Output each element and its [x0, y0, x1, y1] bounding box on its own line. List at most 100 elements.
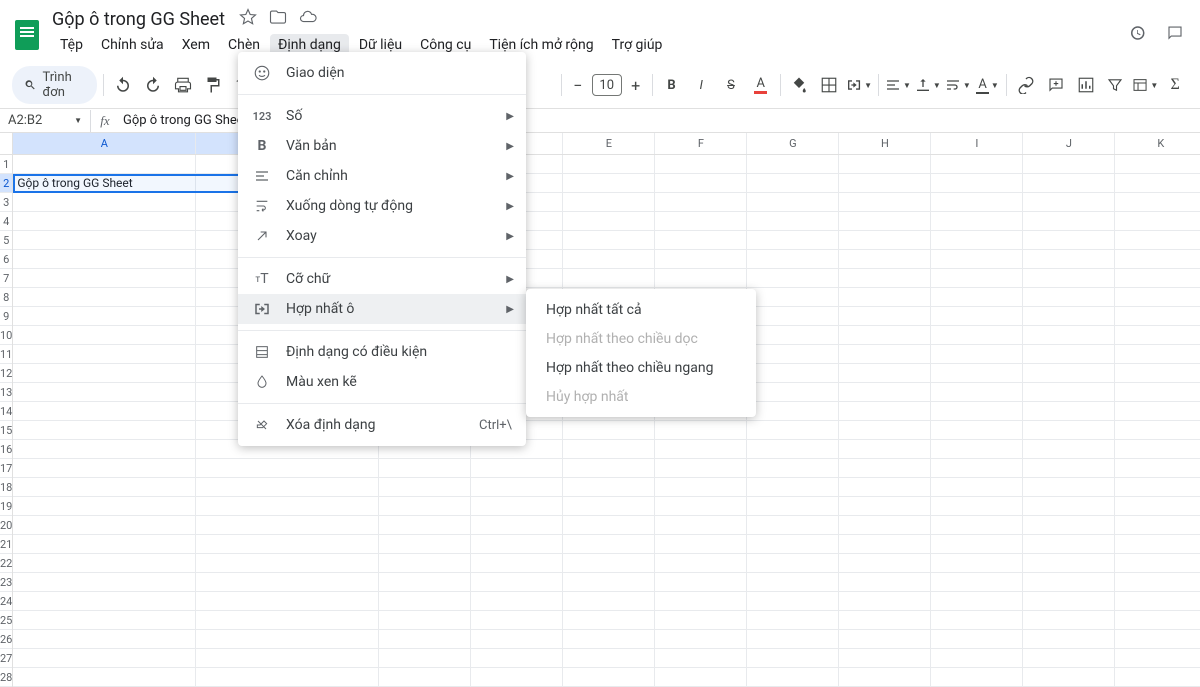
- row-header-21[interactable]: 21: [0, 535, 12, 554]
- row-header-5[interactable]: 5: [0, 231, 12, 250]
- row-header-26[interactable]: 26: [0, 630, 12, 649]
- print-button[interactable]: [170, 72, 196, 98]
- move-icon[interactable]: [269, 8, 287, 30]
- menu-search[interactable]: Trình đơn: [12, 66, 97, 104]
- strike-button[interactable]: S: [718, 72, 744, 98]
- fill-color-button[interactable]: [787, 72, 813, 98]
- clear-icon: [252, 415, 272, 435]
- insert-chart-button[interactable]: [1073, 72, 1099, 98]
- filter-views-button[interactable]: ▼: [1132, 72, 1158, 98]
- menu-view[interactable]: Xem: [174, 34, 218, 56]
- fx-icon: fx: [91, 113, 119, 129]
- row-header-18[interactable]: 18: [0, 478, 12, 497]
- row-header-22[interactable]: 22: [0, 554, 12, 573]
- row-header-12[interactable]: 12: [0, 364, 12, 383]
- italic-button[interactable]: I: [688, 72, 714, 98]
- col-header-G[interactable]: G: [747, 133, 839, 154]
- row-header-2[interactable]: 2: [0, 174, 12, 193]
- valign-button[interactable]: ▼: [915, 72, 941, 98]
- format-text[interactable]: B Văn bản▶: [238, 131, 526, 161]
- cloud-icon[interactable]: [299, 8, 317, 30]
- text-color-button[interactable]: A: [748, 72, 774, 98]
- row-header-19[interactable]: 19: [0, 497, 12, 516]
- insert-comment-button[interactable]: [1043, 72, 1069, 98]
- search-icon: [24, 77, 37, 93]
- format-align[interactable]: Căn chỉnh▶: [238, 161, 526, 191]
- format-merge[interactable]: Hợp nhất ô▶: [238, 294, 526, 324]
- merge-horizontal[interactable]: Hợp nhất theo chiều ngang: [526, 353, 756, 382]
- row-header-9[interactable]: 9: [0, 307, 12, 326]
- row-header-15[interactable]: 15: [0, 421, 12, 440]
- row-header-4[interactable]: 4: [0, 212, 12, 231]
- col-header-E[interactable]: E: [563, 133, 655, 154]
- col-header-H[interactable]: H: [839, 133, 931, 154]
- row-header-23[interactable]: 23: [0, 573, 12, 592]
- cells-area[interactable]: Gộp ô trong GG Sheet: [13, 155, 1200, 687]
- format-theme-label: Giao diện: [286, 65, 344, 81]
- row-header-20[interactable]: 20: [0, 516, 12, 535]
- row-header-17[interactable]: 17: [0, 459, 12, 478]
- row-header-13[interactable]: 13: [0, 383, 12, 402]
- format-altcolors[interactable]: Màu xen kẽ: [238, 367, 526, 397]
- column-headers: ABCDEFGHIJK: [13, 133, 1200, 155]
- name-box[interactable]: A2:B2 ▼: [0, 109, 90, 132]
- row-header-10[interactable]: 10: [0, 326, 12, 345]
- col-header-I[interactable]: I: [931, 133, 1023, 154]
- row-header-3[interactable]: 3: [0, 193, 12, 212]
- menu-help[interactable]: Trợ giúp: [604, 34, 671, 56]
- bold-button[interactable]: B: [659, 72, 685, 98]
- format-menu-dropdown: Giao diện 123 Số▶ B Văn bản▶ Căn chỉnh▶ …: [238, 52, 526, 446]
- format-number[interactable]: 123 Số▶: [238, 101, 526, 131]
- font-size-input[interactable]: 10: [592, 74, 622, 96]
- row-header-7[interactable]: 7: [0, 269, 12, 288]
- menu-bar: Tệp Chỉnh sửa Xem Chèn Định dạng Dữ liệu…: [52, 32, 1118, 62]
- row-header-14[interactable]: 14: [0, 402, 12, 421]
- menu-file[interactable]: Tệp: [52, 34, 91, 56]
- col-header-J[interactable]: J: [1023, 133, 1115, 154]
- formula-bar: A2:B2 ▼ fx Gộp ô trong GG Sheet: [0, 109, 1200, 133]
- row-header-8[interactable]: 8: [0, 288, 12, 307]
- number-icon: 123: [252, 106, 272, 126]
- format-rotate[interactable]: Xoay▶: [238, 221, 526, 251]
- select-all-corner[interactable]: [0, 133, 12, 155]
- doc-title[interactable]: Gộp ô trong GG Sheet: [52, 9, 225, 30]
- functions-button[interactable]: Σ: [1162, 72, 1188, 98]
- sheets-logo[interactable]: [12, 15, 42, 55]
- row-header-25[interactable]: 25: [0, 611, 12, 630]
- wrap-button[interactable]: ▼: [945, 72, 971, 98]
- col-header-A[interactable]: A: [13, 133, 196, 154]
- menu-edit[interactable]: Chỉnh sửa: [93, 34, 172, 56]
- filter-button[interactable]: [1103, 72, 1129, 98]
- format-conditional[interactable]: Định dạng có điều kiện: [238, 337, 526, 367]
- rotate-button[interactable]: A▼: [975, 72, 1001, 98]
- theme-icon: [252, 63, 272, 83]
- row-header-24[interactable]: 24: [0, 592, 12, 611]
- row-header-28[interactable]: 28: [0, 668, 12, 687]
- history-icon[interactable]: [1128, 24, 1146, 46]
- row-header-27[interactable]: 27: [0, 649, 12, 668]
- format-fontsize[interactable]: тT Cỡ chữ▶: [238, 264, 526, 294]
- col-header-K[interactable]: K: [1115, 133, 1200, 154]
- borders-button[interactable]: [816, 72, 842, 98]
- format-theme[interactable]: Giao diện: [238, 58, 526, 88]
- row-header-6[interactable]: 6: [0, 250, 12, 269]
- paint-format-button[interactable]: [199, 72, 225, 98]
- droplet-icon: [252, 372, 272, 392]
- font-size-decrease[interactable]: −: [568, 76, 588, 95]
- undo-button[interactable]: [110, 72, 136, 98]
- link-button[interactable]: [1013, 72, 1039, 98]
- comment-icon[interactable]: [1166, 24, 1184, 46]
- format-clear[interactable]: Xóa định dạng Ctrl+\: [238, 410, 526, 440]
- merge-all[interactable]: Hợp nhất tất cả: [526, 295, 756, 324]
- font-size-increase[interactable]: +: [626, 76, 646, 95]
- row-header-1[interactable]: 1: [0, 155, 12, 174]
- halign-button[interactable]: ▼: [885, 72, 911, 98]
- row-header-11[interactable]: 11: [0, 345, 12, 364]
- star-icon[interactable]: [239, 8, 257, 30]
- col-header-F[interactable]: F: [655, 133, 747, 154]
- row-header-16[interactable]: 16: [0, 440, 12, 459]
- redo-button[interactable]: [140, 72, 166, 98]
- merge-button[interactable]: ▼: [846, 72, 872, 98]
- menu-search-label: Trình đơn: [43, 70, 86, 100]
- format-wrap[interactable]: Xuống dòng tự động▶: [238, 191, 526, 221]
